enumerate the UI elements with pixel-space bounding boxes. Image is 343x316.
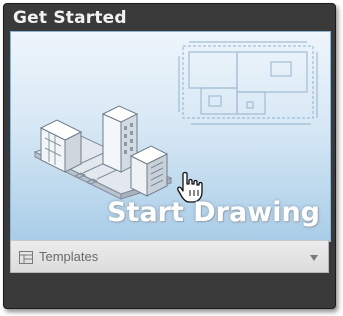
- templates-label: Templates: [39, 249, 99, 264]
- front-building-icon: [129, 145, 169, 197]
- get-started-panel: Get Started Start Drawing Templates: [3, 3, 336, 309]
- start-drawing-tile[interactable]: Start Drawing: [10, 31, 331, 242]
- start-drawing-label: Start Drawing: [107, 197, 320, 228]
- floor-plan-icon: [178, 41, 318, 125]
- left-building-icon: [39, 119, 83, 173]
- template-icon: [19, 251, 33, 264]
- panel-title: Get Started: [13, 8, 127, 28]
- chevron-down-icon: [310, 255, 318, 261]
- templates-bar[interactable]: Templates: [10, 240, 329, 273]
- templates-dropdown-button[interactable]: [304, 247, 324, 267]
